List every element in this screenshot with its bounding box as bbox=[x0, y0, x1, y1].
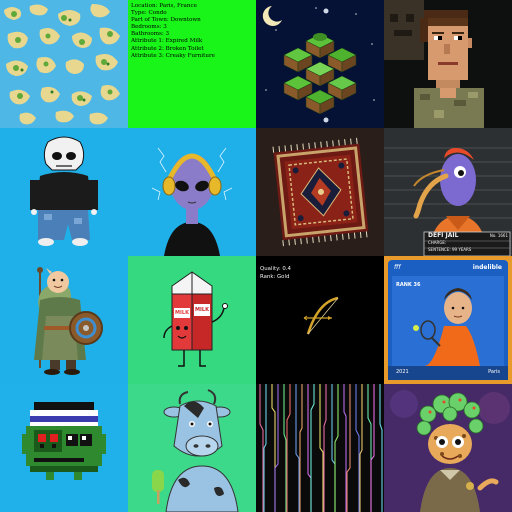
condo-attribute-2: Attribute 2: Broken Toilet bbox=[131, 45, 204, 52]
glitch-lines-tile[interactable] bbox=[256, 384, 384, 512]
persian-rug-art bbox=[256, 128, 384, 256]
jail-sentence: SENTENCE: 99 YEARS bbox=[428, 247, 472, 252]
cow-popsicle-tile[interactable] bbox=[128, 384, 256, 512]
milk-carton-art bbox=[128, 256, 256, 384]
viking-character-tile[interactable] bbox=[0, 256, 128, 384]
tennis-brand-right: indelible bbox=[472, 264, 502, 271]
milk-label-right: MILK bbox=[195, 307, 209, 313]
skull-character-tile[interactable] bbox=[0, 128, 128, 256]
condo-type: Type: Condo bbox=[131, 10, 167, 17]
condo-part-of-town: Part of Town: Downtown bbox=[131, 17, 201, 24]
glitch-lines-art bbox=[256, 384, 384, 512]
medusa-cop-art bbox=[384, 384, 512, 512]
skull-character-art bbox=[0, 128, 128, 256]
pixel-portrait-tile[interactable] bbox=[384, 0, 512, 128]
condo-attribute-1: Attribute 1: Expired Milk bbox=[131, 38, 203, 45]
nft-gallery-grid: Location: Paris, France Type: Condo Part… bbox=[0, 0, 512, 512]
alien-headphones-tile[interactable] bbox=[128, 128, 256, 256]
defi-jail-bird-tile[interactable]: DEFI JAIL No. 1661 CHARGE: SENTENCE: 99 … bbox=[384, 128, 512, 256]
condo-bathrooms: Bathrooms: 3 bbox=[131, 31, 170, 38]
medusa-cop-tile[interactable] bbox=[384, 384, 512, 512]
jail-placard: DEFI JAIL No. 1661 CHARGE: SENTENCE: 99 … bbox=[426, 232, 510, 256]
jail-charge: CHARGE: bbox=[428, 240, 447, 245]
persian-rug-tile[interactable] bbox=[256, 128, 384, 256]
tennis-brand-left: fff bbox=[394, 264, 401, 271]
condo-location: Location: Paris, France bbox=[131, 3, 197, 9]
milk-label-left: MILK bbox=[175, 310, 189, 316]
cow-popsicle-art bbox=[128, 384, 256, 512]
condo-attribute-3: Attribute 3: Creaky Furniture bbox=[131, 52, 215, 59]
pixel-portrait-art bbox=[384, 0, 512, 128]
condo-bedrooms: Bedrooms: 3 bbox=[131, 24, 167, 31]
alien-headphones-art bbox=[128, 128, 256, 256]
tennis-player-card-tile[interactable]: fff indelible RANK 36 2021 Paris bbox=[384, 256, 512, 384]
pixel-frog-art bbox=[0, 384, 128, 512]
isometric-cube-art bbox=[256, 0, 384, 128]
tennis-city: Paris bbox=[488, 369, 500, 375]
viking-character-art bbox=[0, 256, 128, 384]
bow-icon bbox=[303, 296, 339, 335]
jail-title: DEFI JAIL bbox=[428, 232, 459, 239]
bow-quality-tile[interactable]: Quality: 0.4 Rank: Gold bbox=[256, 256, 384, 384]
pixel-frog-tile[interactable] bbox=[0, 384, 128, 512]
tennis-rank: RANK 36 bbox=[396, 282, 421, 288]
condo-metadata-tile[interactable]: Location: Paris, France Type: Condo Part… bbox=[128, 0, 256, 128]
island-map-tile[interactable] bbox=[0, 0, 128, 128]
tennis-card-art bbox=[384, 256, 512, 384]
island-map-art bbox=[0, 0, 128, 128]
tennis-year: 2021 bbox=[396, 369, 409, 375]
jail-number: No. 1661 bbox=[489, 233, 508, 238]
milk-carton-tile[interactable]: MILK MILK bbox=[128, 256, 256, 384]
condo-attributes-list: Location: Paris, France Type: Condo Part… bbox=[131, 3, 215, 60]
isometric-cube-tile[interactable] bbox=[256, 0, 384, 128]
